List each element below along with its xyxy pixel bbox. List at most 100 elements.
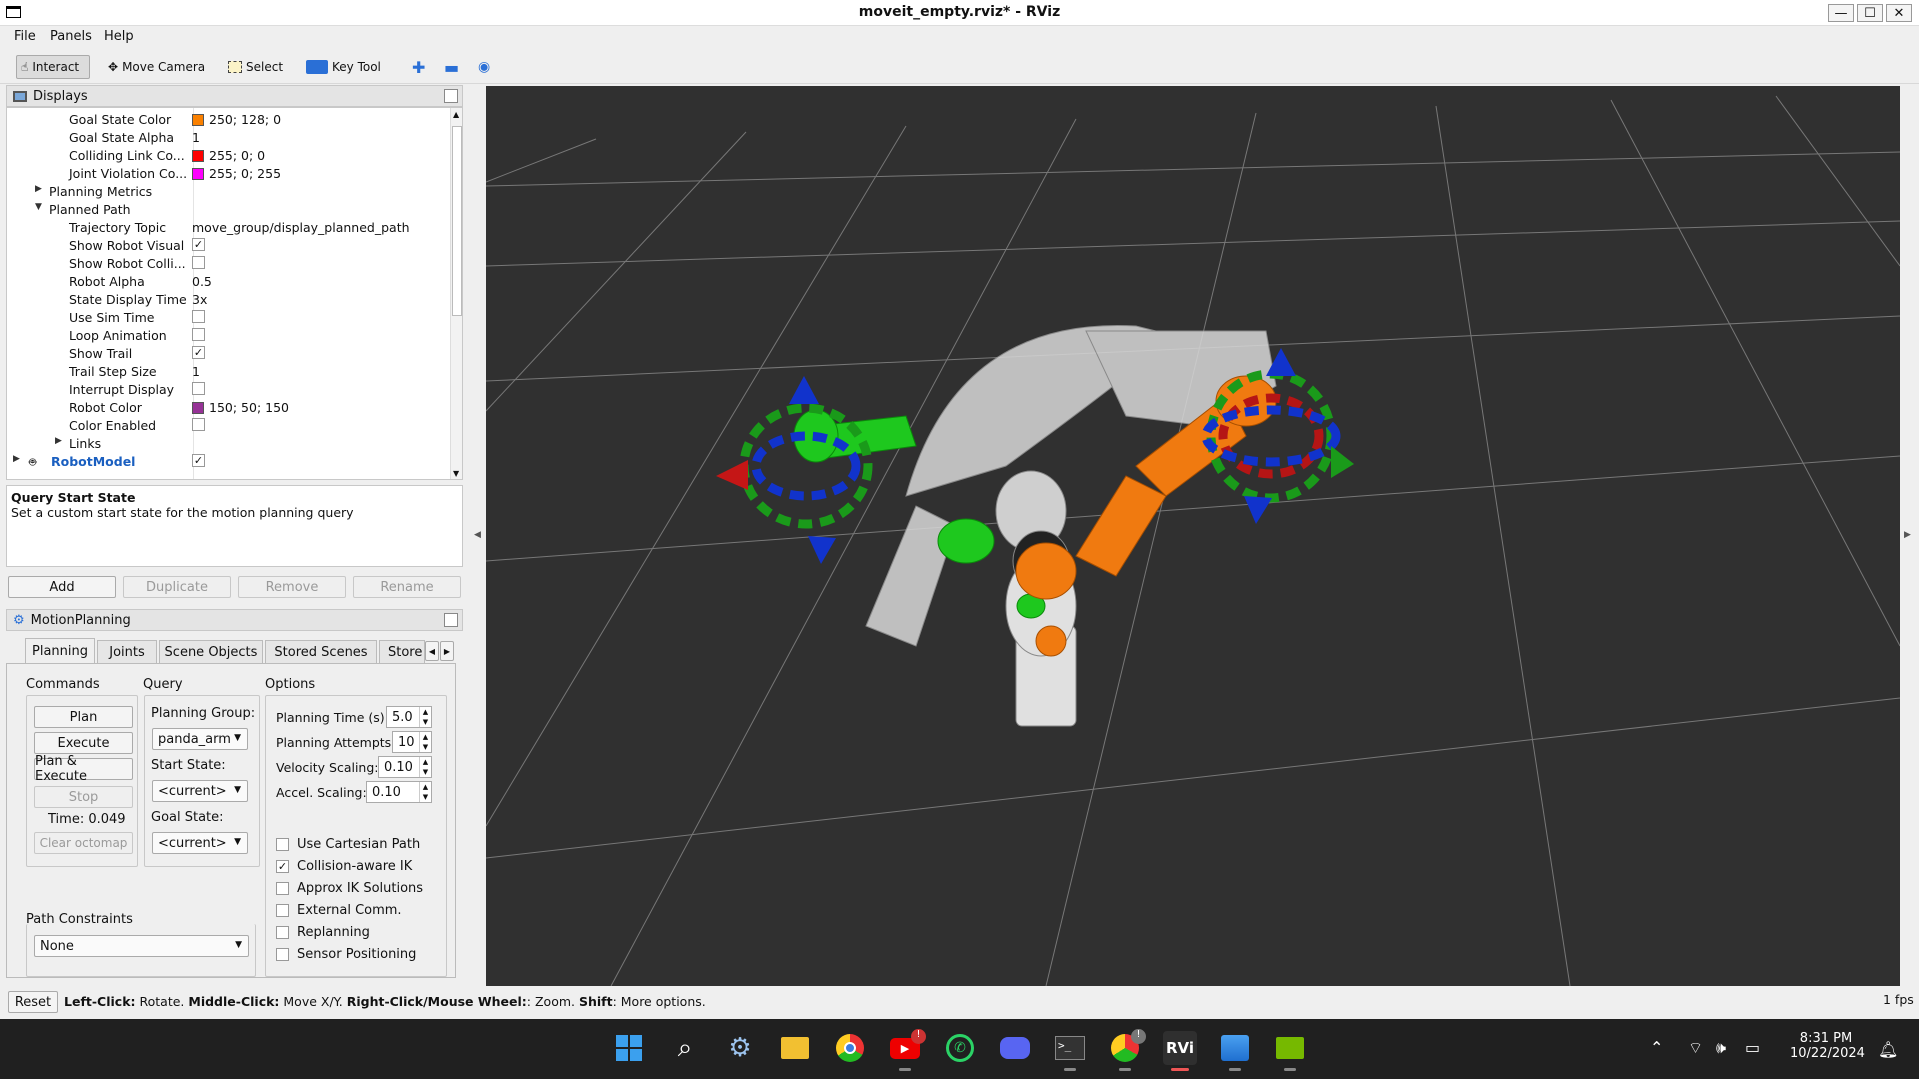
tree-row[interactable]: ▶ Planning Metrics bbox=[7, 183, 447, 201]
tab-joints[interactable]: Joints bbox=[97, 640, 157, 664]
checkbox[interactable] bbox=[192, 256, 205, 269]
rename-button[interactable]: Rename bbox=[353, 576, 461, 598]
scroll-down-icon[interactable]: ▼ bbox=[453, 469, 459, 478]
tree-row[interactable]: Show Trail ✓ bbox=[7, 345, 447, 363]
tree-row[interactable]: Trail Step Size 1 bbox=[7, 363, 447, 381]
checkbox[interactable]: ✓ bbox=[192, 346, 205, 359]
checkbox[interactable] bbox=[192, 310, 205, 323]
reset-button[interactable]: Reset bbox=[8, 991, 58, 1013]
chevron-up-icon[interactable]: ⌃ bbox=[1650, 1038, 1663, 1057]
color-swatch[interactable] bbox=[192, 149, 204, 162]
tree-row[interactable]: Goal State Alpha 1 bbox=[7, 129, 447, 147]
option-checkbox[interactable]: Approx IK Solutions bbox=[276, 879, 423, 897]
checkbox[interactable] bbox=[276, 947, 289, 961]
tree-row[interactable]: State Display Time 3x bbox=[7, 291, 447, 309]
tree-row[interactable]: ▼ Planned Path bbox=[7, 201, 447, 219]
tree-row[interactable]: Goal State Color 250; 128; 0 bbox=[7, 111, 447, 129]
displays-tree[interactable]: Goal State Color 250; 128; 0 Goal State Al… bbox=[6, 107, 463, 480]
tree-row[interactable]: Interrupt Display bbox=[7, 381, 447, 399]
planning-time-input[interactable]: 5.0 ▲ ▼ bbox=[386, 706, 432, 728]
scroll-thumb[interactable] bbox=[452, 126, 462, 316]
add-tool-icon[interactable]: ✚ bbox=[408, 55, 429, 79]
discord-icon[interactable] bbox=[998, 1031, 1032, 1065]
tab-scroll-left-icon[interactable]: ◀ bbox=[425, 641, 439, 661]
color-swatch[interactable] bbox=[192, 401, 204, 414]
move-camera-tool[interactable]: ✥ Move Camera bbox=[104, 55, 209, 79]
checkbox[interactable] bbox=[276, 925, 289, 939]
collapse-arrow-icon[interactable]: ▶ bbox=[13, 454, 20, 464]
youtube-icon[interactable]: ▶! bbox=[888, 1029, 926, 1071]
tree-row[interactable]: Trajectory Topic move_group/display_plann… bbox=[7, 219, 447, 237]
collapse-arrow-icon[interactable]: ▶ bbox=[55, 436, 62, 446]
menu-file[interactable]: File bbox=[14, 29, 36, 44]
file-explorer-icon[interactable] bbox=[778, 1031, 812, 1065]
execute-button[interactable]: Execute bbox=[34, 732, 133, 754]
tree-row[interactable]: Show Robot Visual ✓ bbox=[7, 237, 447, 255]
checkbox[interactable] bbox=[276, 903, 289, 917]
start-state-select[interactable]: <current> ▼ bbox=[152, 780, 248, 802]
tab-stored-scenes[interactable]: Stored Scenes bbox=[265, 640, 377, 664]
spin-arrows-icon[interactable]: ▲ ▼ bbox=[419, 782, 431, 802]
plan-execute-button[interactable]: Plan & Execute bbox=[34, 754, 133, 784]
add-button[interactable]: Add bbox=[8, 576, 116, 598]
tree-row[interactable]: Robot Color 150; 50; 150 bbox=[7, 399, 447, 417]
tree-row-value[interactable] bbox=[192, 256, 205, 269]
checkbox[interactable]: ✓ bbox=[276, 859, 289, 873]
planning-attempts-input[interactable]: 10 ▲ ▼ bbox=[392, 731, 432, 753]
tree-row-value[interactable]: 255; 0; 0 bbox=[192, 148, 265, 163]
tree-row-value[interactable]: ✓ bbox=[192, 346, 205, 359]
tree-row[interactable]: ▶ Links bbox=[7, 435, 447, 453]
checkbox[interactable]: ✓ bbox=[192, 454, 205, 467]
nvidia-icon[interactable] bbox=[1273, 1031, 1307, 1071]
option-checkbox[interactable]: External Comm. bbox=[276, 901, 402, 919]
tree-row-value[interactable] bbox=[192, 382, 205, 395]
battery-icon[interactable]: ▭ bbox=[1745, 1038, 1760, 1057]
chrome-profile-icon[interactable]: ! bbox=[1108, 1029, 1146, 1071]
interact-tool[interactable]: ☝ Interact bbox=[16, 55, 90, 79]
undock-button[interactable] bbox=[444, 89, 458, 103]
splitter-left-arrow-icon[interactable]: ◀ bbox=[474, 530, 481, 540]
checkbox[interactable] bbox=[276, 881, 289, 895]
tree-row[interactable]: Show Robot Colli... bbox=[7, 255, 447, 273]
tree-row-value[interactable]: 1 bbox=[192, 364, 200, 379]
checkbox[interactable] bbox=[192, 328, 205, 341]
option-checkbox[interactable]: Replanning bbox=[276, 923, 370, 941]
spin-arrows-icon[interactable]: ▲ ▼ bbox=[419, 757, 431, 777]
spin-arrows-icon[interactable]: ▲ ▼ bbox=[419, 707, 431, 727]
motion-planning-undock-button[interactable] bbox=[444, 613, 458, 627]
notification-bell-icon[interactable]: 🔔︎ bbox=[1878, 1040, 1898, 1059]
tree-row-value[interactable]: ✓ bbox=[192, 238, 205, 251]
maximize-button[interactable]: ☐ bbox=[1857, 4, 1883, 22]
chrome-icon[interactable] bbox=[833, 1031, 867, 1065]
color-swatch[interactable] bbox=[192, 167, 204, 180]
option-checkbox[interactable]: Use Cartesian Path bbox=[276, 835, 420, 853]
settings-icon[interactable]: ⚙ bbox=[723, 1031, 757, 1065]
minimize-button[interactable]: — bbox=[1828, 4, 1854, 22]
expand-arrow-icon[interactable]: ▼ bbox=[35, 202, 42, 212]
scroll-up-icon[interactable]: ▲ bbox=[453, 110, 459, 119]
tree-row-value[interactable]: 3x bbox=[192, 292, 207, 307]
tree-row-value[interactable]: 150; 50; 150 bbox=[192, 400, 289, 415]
tree-row-value[interactable]: 1 bbox=[192, 130, 200, 145]
photos-icon[interactable] bbox=[1218, 1031, 1252, 1071]
collapse-arrow-icon[interactable]: ▶ bbox=[35, 184, 42, 194]
checkbox[interactable] bbox=[276, 837, 289, 851]
select-tool[interactable]: Select bbox=[224, 55, 287, 79]
remove-button[interactable]: Remove bbox=[238, 576, 346, 598]
search-icon[interactable]: ⌕ bbox=[668, 1031, 702, 1065]
tab-scroll-right-icon[interactable]: ▶ bbox=[440, 641, 454, 661]
tab-scene-objects[interactable]: Scene Objects bbox=[159, 640, 263, 664]
key-tool[interactable]: Key Tool bbox=[302, 55, 385, 79]
tool-properties-icon[interactable]: ◉ bbox=[474, 55, 494, 79]
goal-state-select[interactable]: <current> ▼ bbox=[152, 832, 248, 854]
tab-stored-states[interactable]: Store bbox=[379, 640, 425, 664]
tree-row-value[interactable]: 255; 0; 255 bbox=[192, 166, 281, 181]
rviz-icon[interactable]: RVi bbox=[1163, 1031, 1197, 1071]
splitter-right-arrow-icon[interactable]: ▶ bbox=[1904, 530, 1911, 540]
tree-row-value[interactable]: 250; 128; 0 bbox=[192, 112, 281, 127]
volume-icon[interactable]: 🕪 bbox=[1716, 1038, 1726, 1058]
checkbox[interactable] bbox=[192, 382, 205, 395]
option-checkbox[interactable]: Sensor Positioning bbox=[276, 945, 416, 963]
terminal-icon[interactable]: >_ bbox=[1053, 1031, 1087, 1071]
wifi-icon[interactable]: ⌔ bbox=[1688, 1038, 1703, 1058]
